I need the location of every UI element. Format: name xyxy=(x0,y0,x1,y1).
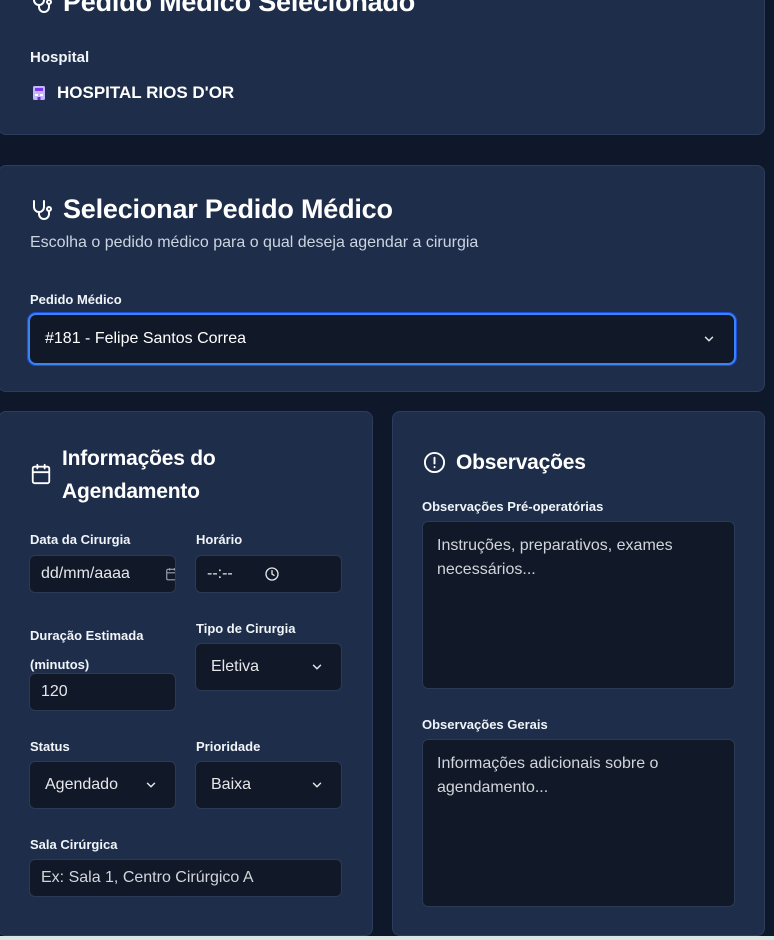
preop-notes-textarea[interactable] xyxy=(422,521,735,689)
calendar-icon[interactable] xyxy=(165,567,176,581)
general-notes-textarea[interactable] xyxy=(422,739,735,907)
select-order-subtitle: Escolha o pedido médico para o qual dese… xyxy=(30,234,479,251)
order-select[interactable]: #181 - Felipe Santos Correa xyxy=(28,313,736,365)
observations-title: Observações xyxy=(456,451,586,474)
hospital-name: HOSPITAL RIOS D'OR xyxy=(57,83,235,102)
chevron-down-icon xyxy=(146,782,156,788)
duration-value: 120 xyxy=(41,683,68,700)
calendar-icon xyxy=(31,463,51,485)
alert-circle-icon xyxy=(423,451,446,474)
order-field-label: Pedido Médico xyxy=(30,292,122,307)
duration-input[interactable]: 120 xyxy=(29,673,176,711)
observations-card: Observações Observações Pré-operatórias … xyxy=(392,411,765,936)
stethoscope-icon xyxy=(33,199,52,220)
status-value: Agendado xyxy=(45,776,118,793)
select-order-card: Selecionar Pedido Médico Escolha o pedid… xyxy=(0,165,765,392)
select-order-title: Selecionar Pedido Médico xyxy=(63,194,393,224)
hospital-icon xyxy=(33,86,45,100)
surgery-type-value: Eletiva xyxy=(211,658,260,675)
status-select[interactable]: Agendado xyxy=(29,761,176,809)
stethoscope-icon xyxy=(33,0,52,13)
priority-value: Baixa xyxy=(211,776,252,793)
chevron-down-icon xyxy=(312,782,322,788)
scheduling-info-title: Informações do Agendamento xyxy=(62,442,216,508)
time-placeholder: --:-- xyxy=(207,565,233,582)
select-order-header: Selecionar Pedido Médico xyxy=(29,194,393,225)
hospital-label: Hospital xyxy=(30,49,90,66)
priority-select[interactable]: Baixa xyxy=(195,761,342,809)
page-bottom-edge xyxy=(0,936,774,940)
duration-label: Duração Estimada (minutos) xyxy=(30,621,143,679)
clock-icon[interactable] xyxy=(264,566,280,582)
time-input[interactable]: --:-- xyxy=(195,555,342,593)
date-placeholder: dd/mm/aaaa xyxy=(41,565,130,582)
order-select-value: #181 - Felipe Santos Correa xyxy=(45,330,246,347)
general-notes-label: Observações Gerais xyxy=(422,717,548,732)
selected-order-card: Pedido Médico Selecionado Hospital HOSPI… xyxy=(0,0,765,135)
room-label: Sala Cirúrgica xyxy=(30,837,118,852)
priority-label: Prioridade xyxy=(196,739,261,754)
time-label: Horário xyxy=(196,532,243,547)
surgery-type-label: Tipo de Cirurgia xyxy=(196,621,296,636)
hospital-row: HOSPITAL RIOS D'OR xyxy=(32,83,234,103)
preop-label: Observações Pré-operatórias xyxy=(422,499,604,514)
scheduling-info-card: Informações do Agendamento Data da Cirur… xyxy=(0,411,373,936)
scheduling-info-title-line1: Informações do xyxy=(62,447,216,470)
selected-order-header: Pedido Médico Selecionado xyxy=(29,0,415,18)
chevron-down-icon xyxy=(312,664,322,670)
room-input[interactable] xyxy=(29,859,342,897)
status-label: Status xyxy=(30,739,70,754)
chevron-down-icon xyxy=(704,336,714,342)
observations-header: Observações xyxy=(423,446,586,479)
surgery-type-select[interactable]: Eletiva xyxy=(195,643,342,691)
scheduling-info-title-line2: Agendamento xyxy=(62,480,200,503)
date-input[interactable]: dd/mm/aaaa xyxy=(29,555,176,593)
date-label: Data da Cirurgia xyxy=(30,532,131,547)
selected-order-title: Pedido Médico Selecionado xyxy=(63,0,416,17)
duration-label-line1: Duração Estimada xyxy=(30,628,144,643)
